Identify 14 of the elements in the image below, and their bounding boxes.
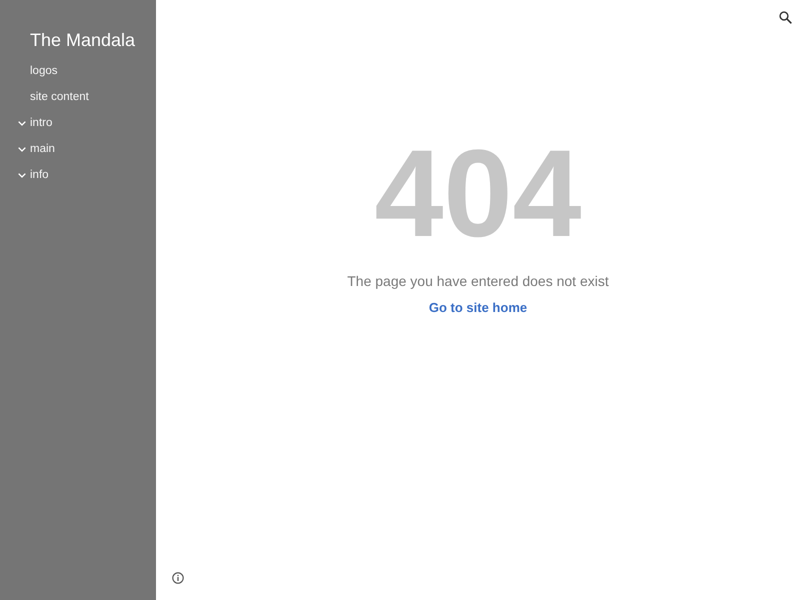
nav-item[interactable]: main	[0, 136, 55, 162]
error-code: 404	[374, 132, 582, 256]
nav-item[interactable]: intro	[0, 110, 52, 136]
error-message: The page you have entered does not exist	[347, 272, 609, 291]
nav-item[interactable]: info	[0, 162, 49, 188]
nav-item[interactable]: logos	[0, 58, 58, 84]
chevron-icon[interactable]	[18, 146, 26, 152]
site-title[interactable]: The Mandala	[30, 26, 136, 54]
search-icon[interactable]	[779, 11, 792, 24]
chevron-icon[interactable]	[18, 120, 26, 126]
info-icon[interactable]	[172, 572, 184, 584]
chevron-icon[interactable]	[18, 172, 26, 178]
nav-item[interactable]: site content	[0, 84, 89, 110]
site-home-link[interactable]: Go to site home	[428, 298, 528, 318]
